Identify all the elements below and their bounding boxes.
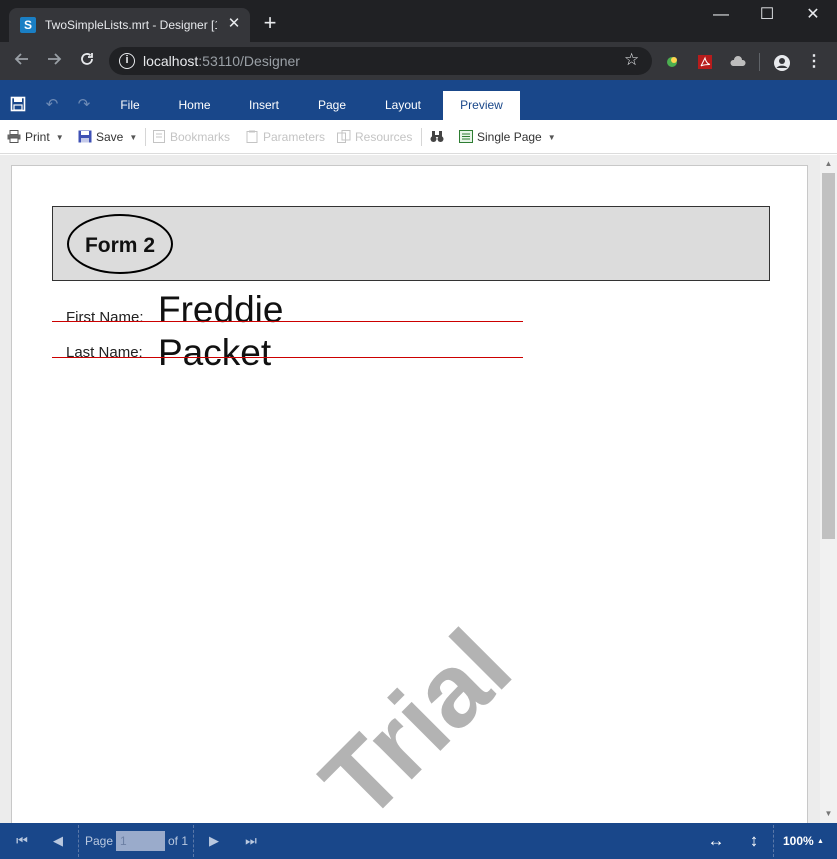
- first-page-icon[interactable]: ⏮: [14, 833, 30, 849]
- chevron-down-icon: ▼: [547, 133, 556, 142]
- resources-label: Resources: [355, 130, 413, 144]
- reload-icon[interactable]: [75, 50, 99, 72]
- tab-home[interactable]: Home: [167, 91, 222, 120]
- bookmarks-label: Bookmarks: [170, 130, 231, 144]
- save-label: Save: [96, 130, 124, 144]
- pager-divider: [773, 825, 774, 857]
- first-name-value: Freddie: [158, 289, 284, 330]
- parameters-button[interactable]: Parameters: [245, 129, 325, 145]
- last-page-icon[interactable]: ⏭: [243, 833, 259, 849]
- report-header-band: Form 2: [52, 206, 770, 281]
- toolbar-divider: [759, 53, 760, 71]
- report-viewer[interactable]: Form 2 First Name: Freddie Last Name: Pa…: [0, 155, 820, 837]
- pdf-icon[interactable]: [696, 54, 714, 70]
- vertical-scrollbar[interactable]: ▲ ▼: [820, 155, 837, 823]
- kebab-menu-icon[interactable]: ⋮: [805, 54, 823, 70]
- tab-layout[interactable]: Layout: [374, 91, 432, 120]
- window-close-button[interactable]: ✕: [798, 4, 828, 28]
- first-name-label: First Name:: [66, 309, 144, 326]
- last-name-underline: [52, 357, 523, 358]
- browser-titlebar: S TwoSimpleLists.mrt - Designer [1 ✕ + —…: [0, 0, 837, 42]
- toolbar-separator: [421, 128, 422, 146]
- print-label: Print: [25, 130, 50, 144]
- tab-preview[interactable]: Preview: [443, 91, 520, 120]
- redo-icon[interactable]: ↷: [75, 96, 93, 114]
- fit-height-icon[interactable]: ↕: [744, 831, 764, 851]
- zoom-level: 100%: [783, 834, 814, 848]
- browser-toolbar: i localhost:53110/Designer ☆ ⋮: [0, 42, 837, 80]
- pager-bar: ⏮ ◀ Page of 1 ▶ ⏭ ↔ ↕ 100% ▲: [0, 823, 837, 859]
- profile-icon[interactable]: [773, 54, 791, 71]
- undo-icon[interactable]: ↶: [43, 96, 61, 114]
- url-text: localhost:53110/Designer: [143, 53, 300, 69]
- new-tab-button[interactable]: +: [259, 12, 281, 35]
- save-report-button[interactable]: Save ▼: [78, 129, 137, 145]
- tab-file[interactable]: File: [110, 91, 150, 120]
- parameters-label: Parameters: [263, 130, 326, 144]
- chevron-down-icon: ▼: [129, 133, 138, 142]
- floppy-icon: [78, 130, 92, 143]
- address-bar[interactable]: i localhost:53110/Designer ☆: [109, 47, 652, 75]
- tab-page[interactable]: Page: [307, 91, 357, 120]
- scroll-up-arrow-icon[interactable]: ▲: [820, 157, 837, 171]
- browser-tab[interactable]: S TwoSimpleLists.mrt - Designer [1 ✕: [9, 8, 250, 42]
- report-title: Form 2: [84, 234, 155, 257]
- pager-divider: [78, 825, 79, 857]
- printer-icon: [7, 130, 21, 143]
- preview-toolbar: Print ▼ Save ▼ Bookmarks Parameters Resour…: [0, 120, 837, 154]
- binoculars-icon: [430, 131, 444, 142]
- first-name-underline: [52, 321, 523, 322]
- chevron-down-icon: ▼: [55, 133, 64, 142]
- prev-page-icon[interactable]: ◀: [50, 833, 66, 849]
- extension-icon[interactable]: [663, 54, 681, 70]
- view-mode-label: Single Page: [477, 130, 542, 144]
- bookmarks-button[interactable]: Bookmarks: [152, 129, 230, 145]
- designer-ribbon: ↶ ↷ File Home Insert Page Layout Preview: [0, 80, 837, 120]
- title-ellipse: Form 2: [67, 214, 173, 274]
- tab-close-icon[interactable]: ✕: [226, 16, 242, 32]
- page-count-label: of 1: [168, 834, 189, 848]
- next-page-icon[interactable]: ▶: [206, 833, 222, 849]
- forward-arrow-icon[interactable]: [42, 50, 66, 72]
- url-host: localhost: [143, 53, 199, 69]
- last-name-label: Last Name:: [66, 344, 143, 361]
- cloud-icon[interactable]: [729, 54, 747, 70]
- print-button[interactable]: Print ▼: [7, 129, 64, 145]
- scrollbar-thumb[interactable]: [822, 173, 835, 539]
- url-path: :53110/Designer: [198, 53, 300, 69]
- maximize-button[interactable]: ☐: [752, 4, 782, 28]
- last-name-value: Packet: [158, 332, 272, 373]
- fit-width-icon[interactable]: ↔: [706, 831, 726, 851]
- save-icon[interactable]: [9, 96, 27, 114]
- tab-title: TwoSimpleLists.mrt - Designer [1: [45, 18, 217, 32]
- resources-button[interactable]: Resources: [337, 129, 412, 145]
- star-icon[interactable]: ☆: [624, 50, 639, 70]
- find-button[interactable]: [430, 129, 448, 145]
- back-arrow-icon[interactable]: [10, 50, 34, 72]
- single-page-icon: [459, 130, 473, 143]
- page-label: Page: [85, 834, 114, 848]
- view-mode-button[interactable]: Single Page ▼: [459, 129, 556, 145]
- scroll-down-arrow-icon[interactable]: ▼: [820, 807, 837, 821]
- page-number-input[interactable]: [116, 831, 165, 851]
- resources-icon: [337, 130, 351, 143]
- parameters-icon: [246, 130, 258, 143]
- app-window: S TwoSimpleLists.mrt - Designer [1 ✕ + —…: [0, 0, 837, 859]
- tab-insert[interactable]: Insert: [238, 91, 290, 120]
- pager-divider: [193, 825, 194, 857]
- chevron-up-icon: ▲: [817, 838, 824, 845]
- minimize-button[interactable]: —: [706, 4, 736, 28]
- bookmarks-icon: [153, 130, 165, 143]
- report-page: Form 2 First Name: Freddie Last Name: Pa…: [11, 165, 808, 837]
- zoom-button[interactable]: 100% ▲: [783, 833, 824, 850]
- info-icon[interactable]: i: [119, 53, 135, 69]
- trial-watermark: Trial: [299, 608, 534, 837]
- stimulsoft-favicon-icon: S: [20, 17, 36, 33]
- toolbar-separator: [145, 128, 146, 146]
